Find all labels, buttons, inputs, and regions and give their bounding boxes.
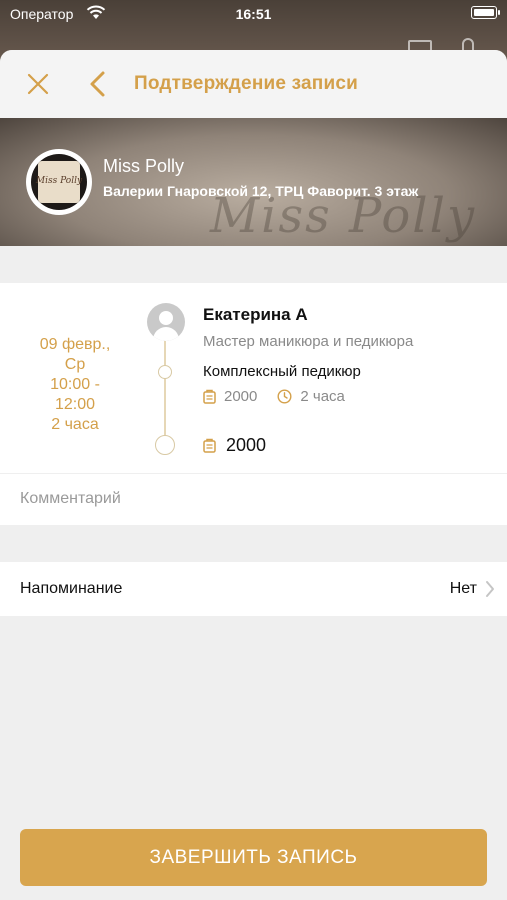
specialist-avatar — [147, 303, 185, 341]
service-name: Комплексный педикюр — [203, 363, 361, 380]
nav-bar: Подтверждение записи — [0, 50, 507, 118]
booking-date: 09 февр., — [39, 336, 111, 353]
service-duration: 2 часа — [300, 388, 345, 405]
reminder-label: Напоминание — [20, 580, 123, 597]
salon-header: Miss Polly Miss Polly Miss Polly Валерии… — [0, 118, 507, 246]
timeline-total-dot — [155, 435, 175, 455]
specialist-name: Екатерина А — [203, 305, 308, 324]
booking-weekday: Ср — [64, 356, 86, 373]
comment-placeholder: Комментарий — [20, 490, 121, 507]
comment-field[interactable]: Комментарий — [0, 473, 507, 525]
salon-name: Miss Polly — [103, 156, 185, 176]
battery-icon — [471, 6, 500, 19]
booking-details: 09 февр., Ср 10:00 - 12:00 2 часа Екатер… — [0, 283, 507, 473]
clock-icon — [277, 389, 292, 404]
price-tag-icon — [203, 389, 216, 404]
timeline-service-dot — [158, 365, 172, 379]
clock: 16:51 — [235, 6, 272, 22]
status-bar: Оператор 16:51 — [0, 0, 507, 28]
salon-logo: Miss Polly — [26, 149, 92, 215]
booking-time-end: 12:00 — [54, 396, 96, 413]
service-price: 2000 — [224, 388, 258, 405]
booking-duration: 2 часа — [51, 416, 99, 433]
total-price: 2000 — [226, 435, 267, 455]
total-price-icon — [203, 438, 216, 453]
salon-address: Валерии Гнаровской 12, ТРЦ Фаворит. 3 эт… — [103, 183, 419, 199]
chevron-right-icon — [486, 581, 494, 597]
salon-logo-text: Miss Polly — [35, 176, 83, 186]
timeline-line — [164, 323, 166, 445]
service-meta: 2000 2 часа — [203, 388, 345, 405]
reminder-value: Нет — [449, 580, 477, 597]
booking-time-start: 10:00 - — [50, 376, 100, 393]
back-chevron-icon[interactable] — [88, 70, 106, 98]
booking-date-time: 09 февр., Ср 10:00 - 12:00 2 часа — [20, 335, 130, 435]
page-title: Подтверждение записи — [134, 73, 358, 94]
specialist-role: Мастер маникюра и педикюра — [203, 333, 414, 350]
booking-confirmation-sheet: Подтверждение записи Miss Polly Miss Pol… — [0, 50, 507, 900]
finish-booking-button[interactable]: ЗАВЕРШИТЬ ЗАПИСЬ — [20, 829, 487, 886]
total-price-row: 2000 — [203, 435, 266, 456]
close-icon[interactable] — [26, 72, 50, 96]
reminder-row[interactable]: Напоминание Нет — [0, 562, 507, 616]
